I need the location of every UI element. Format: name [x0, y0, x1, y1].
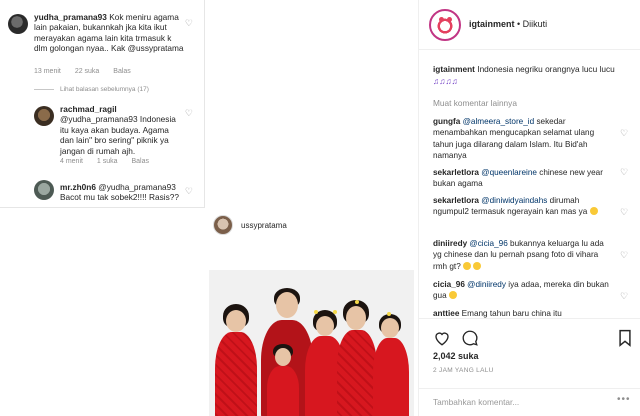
like-comment-icon[interactable]: ♡: [185, 18, 193, 29]
comment-item: anttiee Emang tahun baru china itu: [433, 308, 609, 318]
like-comment-icon[interactable]: ♡: [620, 207, 628, 218]
reply-button[interactable]: Balas: [132, 158, 150, 165]
family-photo[interactable]: [209, 270, 414, 416]
reply-button[interactable]: Balas: [113, 68, 131, 75]
comment-meta: 13 menit 22 suka Balas: [34, 68, 143, 75]
comment-username[interactable]: sekarletlora: [433, 168, 479, 177]
comment-meta: 4 menit 1 suka Balas: [60, 158, 161, 165]
separator: •: [514, 19, 523, 29]
divider: [34, 89, 54, 90]
comment-username[interactable]: anttiee: [433, 309, 459, 318]
comment-mention[interactable]: @queenlareine: [481, 168, 537, 177]
like-comment-icon[interactable]: ♡: [620, 128, 628, 139]
laughing-emoji-icon: [463, 261, 472, 270]
comment-username[interactable]: diniiredy: [433, 239, 467, 248]
comment-username[interactable]: yudha_pramana93: [34, 12, 107, 22]
comment-mention[interactable]: @diniiredy: [467, 280, 506, 289]
laughing-emoji-icon: [473, 261, 482, 270]
comment-text: @yudha_pramana93 Indonesia itu kaya akan…: [60, 114, 176, 156]
post-panel-header: igtainment • Diikuti: [419, 0, 640, 50]
comment-username[interactable]: mr.zh0n6: [60, 182, 96, 192]
like-comment-icon[interactable]: ♡: [620, 167, 628, 178]
like-count[interactable]: 2,042 suka: [433, 351, 479, 361]
comment-username[interactable]: cicia_96: [433, 280, 465, 289]
music-note-icon: ♫♫♫♫: [433, 75, 458, 86]
comment-likes[interactable]: 22 suka: [75, 68, 100, 75]
post-panel: igtainment • Diikuti igtainment Indonesi…: [418, 0, 640, 416]
comment-likes[interactable]: 1 suka: [97, 158, 118, 165]
comment-body: yudha_pramana93 Kok meniru agama lain pa…: [34, 12, 184, 54]
owner-username[interactable]: igtainment: [469, 19, 515, 29]
more-options-icon[interactable]: •••: [617, 394, 631, 405]
comment-item: sekarletlora @diniwidyaindahs dirumah ng…: [433, 195, 609, 218]
comment-username[interactable]: gungfa: [433, 117, 460, 126]
post-actions: 2,042 suka 2 JAM YANG LALU: [419, 318, 640, 376]
avatar[interactable]: [34, 106, 54, 126]
post-header: ussypratama: [209, 209, 414, 243]
avatar[interactable]: [8, 14, 28, 34]
grin-emoji-icon: [589, 207, 598, 216]
add-comment-input[interactable]: [433, 397, 603, 407]
like-comment-icon[interactable]: ♡: [620, 291, 628, 302]
comment-body: rachmad_ragil @yudha_pramana93 Indonesia…: [60, 104, 182, 156]
post-caption: igtainment Indonesia negriku orangnya lu…: [433, 64, 633, 87]
comment-mention[interactable]: @almeera_store_id: [463, 117, 535, 126]
like-comment-icon[interactable]: ♡: [185, 108, 193, 119]
comment-username[interactable]: rachmad_ragil: [60, 104, 117, 114]
caption-username[interactable]: igtainment: [433, 64, 475, 74]
view-previous-replies[interactable]: Lihat balasan sebelumnya (17): [34, 86, 149, 93]
comment-item: cicia_96 @diniiredy iya adaa, mereka din…: [433, 279, 609, 302]
comment-thread-panel: yudha_pramana93 Kok meniru agama lain pa…: [0, 0, 205, 208]
post-owner: igtainment • Diikuti: [469, 19, 547, 29]
post-username[interactable]: ussypratama: [241, 221, 287, 230]
comment-username[interactable]: sekarletlora: [433, 196, 479, 205]
avatar[interactable]: [34, 180, 54, 200]
view-replies-label[interactable]: Lihat balasan sebelumnya (17): [60, 86, 149, 93]
comment-time: 13 menit: [34, 68, 61, 75]
comment-item: gungfa @almeera_store_id sekedar menamba…: [433, 116, 609, 161]
comment-item: diniiredy @cicia_96 bukannya keluarga lu…: [433, 238, 609, 272]
comment-icon[interactable]: [461, 329, 479, 347]
like-comment-icon[interactable]: ♡: [620, 250, 628, 261]
load-more-comments[interactable]: Muat komentar lainnya: [433, 98, 517, 108]
like-comment-icon[interactable]: ♡: [185, 186, 193, 197]
comment-item: sekarletlora @queenlareine chinese new y…: [433, 167, 609, 190]
heart-icon[interactable]: [433, 329, 451, 347]
post-timestamp: 2 JAM YANG LALU: [433, 367, 494, 374]
comment-mention[interactable]: @cicia_96: [469, 239, 507, 248]
brand-logo-icon: [434, 14, 456, 36]
bookmark-icon[interactable]: [618, 329, 632, 347]
comment-body: mr.zh0n6 @yudha_pramana93 Bacot mu tak s…: [60, 182, 182, 203]
grin-emoji-icon: [448, 291, 457, 300]
caption-text: Indonesia negriku orangnya lucu lucu: [477, 64, 615, 74]
comment-text: Emang tahun baru china itu: [461, 309, 562, 318]
comment-mention[interactable]: @diniwidyaindahs: [481, 196, 547, 205]
comment-time: 4 menit: [60, 158, 83, 165]
avatar[interactable]: [213, 215, 233, 235]
follow-status-button[interactable]: Diikuti: [523, 19, 548, 29]
avatar[interactable]: [429, 9, 461, 41]
add-comment-bar: •••: [419, 388, 640, 416]
